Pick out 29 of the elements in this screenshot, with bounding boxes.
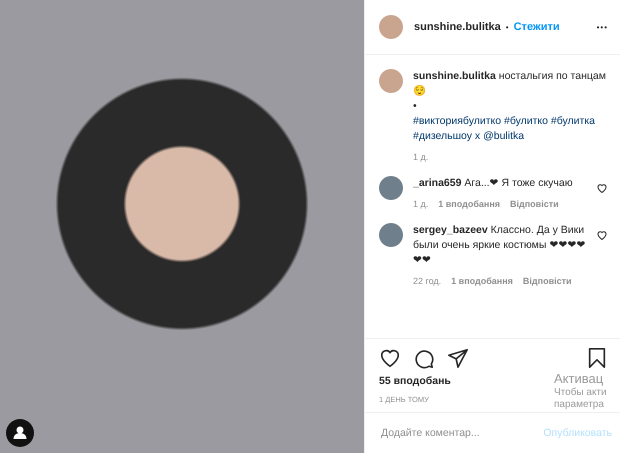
share-icon[interactable]	[447, 347, 469, 369]
activation-notice-text: параметра	[554, 399, 605, 411]
comment-text: sergey_bazeev Классно. Да у Вики были очень яркие костюмы ❤❤❤❤❤❤	[413, 223, 586, 268]
like-icon[interactable]	[596, 229, 608, 241]
bookmark-icon[interactable]	[586, 347, 608, 369]
separator-dot: •	[506, 22, 509, 32]
time-text: 22 год.	[413, 276, 442, 286]
username-link[interactable]: sunshine.bulitka	[414, 21, 501, 33]
likes-count[interactable]: 1 вподобання	[451, 276, 513, 286]
like-icon[interactable]	[596, 182, 608, 194]
avatar[interactable]	[379, 176, 403, 200]
reply-link[interactable]: Відповісти	[510, 199, 559, 209]
activation-notice-text: Чтобы акти	[554, 387, 608, 399]
bullet-text: •	[413, 99, 418, 114]
hashtags-text: #викториябулитко #булитко #булитка #дизельшоу х @bulitka	[413, 114, 596, 144]
avatar[interactable]	[379, 223, 403, 247]
reply-link[interactable]: Відповісти	[522, 276, 572, 286]
follow-link[interactable]: Стежити	[514, 21, 560, 33]
likes-count[interactable]: 55 вподобань	[379, 375, 451, 387]
comment-input[interactable]: Додайте коментар...	[379, 426, 544, 440]
likes-count[interactable]: 1 вподобання	[438, 199, 500, 209]
user-tag-icon[interactable]	[6, 419, 34, 447]
more-options-button[interactable]: •••	[596, 22, 608, 32]
time-text: 1 д.	[413, 152, 428, 162]
activation-notice-text: Активац	[554, 371, 604, 387]
caption-text: sunshine.bulitka ностальгия по танцам😌	[413, 69, 607, 99]
time-text: 1 д.	[413, 199, 428, 209]
comment-text: _arina659 Ага...❤ Я тоже скучаю	[413, 176, 574, 191]
like-icon[interactable]	[379, 347, 401, 369]
